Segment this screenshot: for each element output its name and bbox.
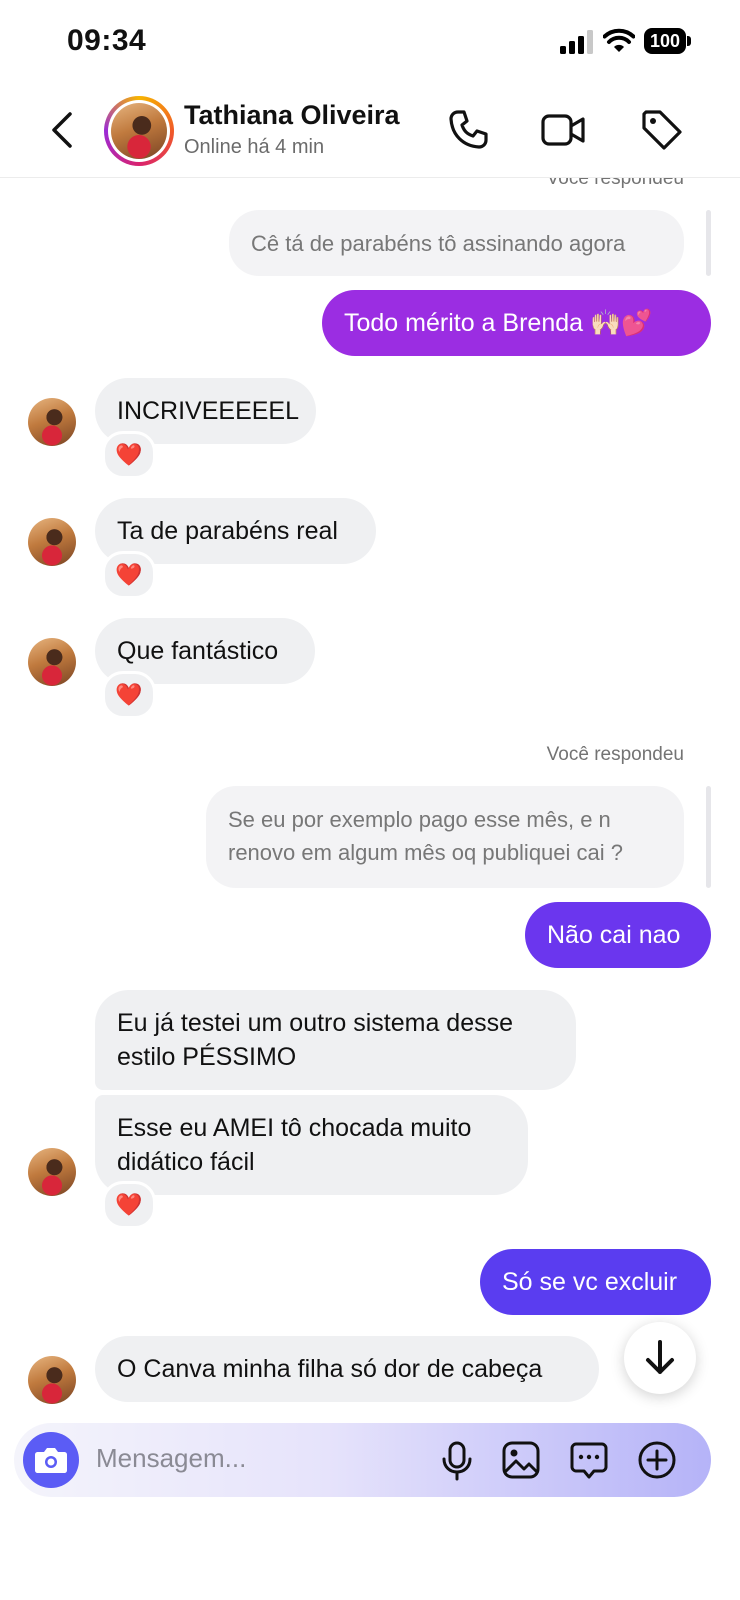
sender-avatar[interactable] [28, 1148, 76, 1196]
message-composer: Mensagem... [14, 1423, 711, 1497]
heart-reaction[interactable]: ❤️ [102, 551, 156, 599]
heart-icon: ❤️ [115, 442, 143, 467]
reply-label: Você respondeu [546, 744, 684, 765]
sent-message[interactable]: Todo mérito a Brenda 🙌🏻💕 [322, 290, 711, 356]
received-message[interactable]: O Canva minha filha só dor de cabeça [95, 1336, 599, 1402]
plus-icon[interactable] [636, 1439, 678, 1481]
camera-button[interactable] [23, 1432, 79, 1488]
camera-icon [35, 1448, 67, 1473]
message-line: didático fácil [117, 1148, 255, 1176]
heart-icon: ❤️ [115, 562, 143, 587]
mic-icon[interactable] [436, 1439, 478, 1481]
message-line: Eu já testei um outro sistema desse [117, 1009, 514, 1037]
back-icon[interactable] [44, 106, 84, 154]
battery-level: 100 [644, 28, 686, 54]
sender-avatar[interactable] [28, 518, 76, 566]
message-line: estilo PÉSSIMO [117, 1043, 297, 1071]
contact-status: Online há 4 min [184, 136, 325, 158]
heart-reaction[interactable]: ❤️ [102, 431, 156, 479]
tag-icon[interactable] [638, 106, 686, 154]
status-bar: 09:34 100 [0, 0, 740, 84]
received-message[interactable]: Esse eu AMEI tô chocada muito didático f… [95, 1095, 528, 1195]
chat-header: Tathiana Oliveira Online há 4 min [0, 84, 740, 178]
contact-name[interactable]: Tathiana Oliveira [184, 100, 400, 131]
reply-indicator [706, 786, 711, 888]
sent-message[interactable]: Não cai nao [525, 902, 711, 968]
heart-icon: ❤️ [115, 1192, 143, 1217]
contact-avatar[interactable] [104, 96, 174, 166]
heart-reaction[interactable]: ❤️ [102, 671, 156, 719]
sender-avatar[interactable] [28, 1356, 76, 1404]
heart-reaction[interactable]: ❤️ [102, 1181, 156, 1229]
arrow-down-icon [646, 1340, 674, 1374]
wifi-icon [603, 28, 635, 52]
heart-icon: ❤️ [115, 682, 143, 707]
message-input[interactable]: Mensagem... [96, 1443, 246, 1474]
cellular-signal-icon [560, 30, 593, 54]
sent-message[interactable]: Só se vc excluir [480, 1249, 711, 1315]
message-line: Esse eu AMEI tô chocada muito [117, 1114, 472, 1142]
received-message[interactable]: Eu já testei um outro sistema desse esti… [95, 990, 576, 1090]
status-time: 09:34 [67, 24, 147, 57]
replied-message-quote[interactable]: Se eu por exemplo pago esse mês, e n ren… [206, 786, 684, 888]
reply-indicator [706, 210, 711, 276]
image-icon[interactable] [500, 1439, 542, 1481]
quote-line: Se eu por exemplo pago esse mês, e n [228, 807, 611, 832]
sticker-icon[interactable] [568, 1439, 610, 1481]
phone-icon[interactable] [444, 106, 492, 154]
sender-avatar[interactable] [28, 398, 76, 446]
scroll-to-bottom-button[interactable] [624, 1322, 696, 1394]
replied-message-quote[interactable]: Cê tá de parabéns tô assinando agora [229, 210, 684, 276]
video-icon[interactable] [539, 106, 587, 154]
battery-icon: 100 [644, 28, 692, 54]
quote-line: renovo em algum mês oq publiquei cai ? [228, 840, 624, 865]
sender-avatar[interactable] [28, 638, 76, 686]
